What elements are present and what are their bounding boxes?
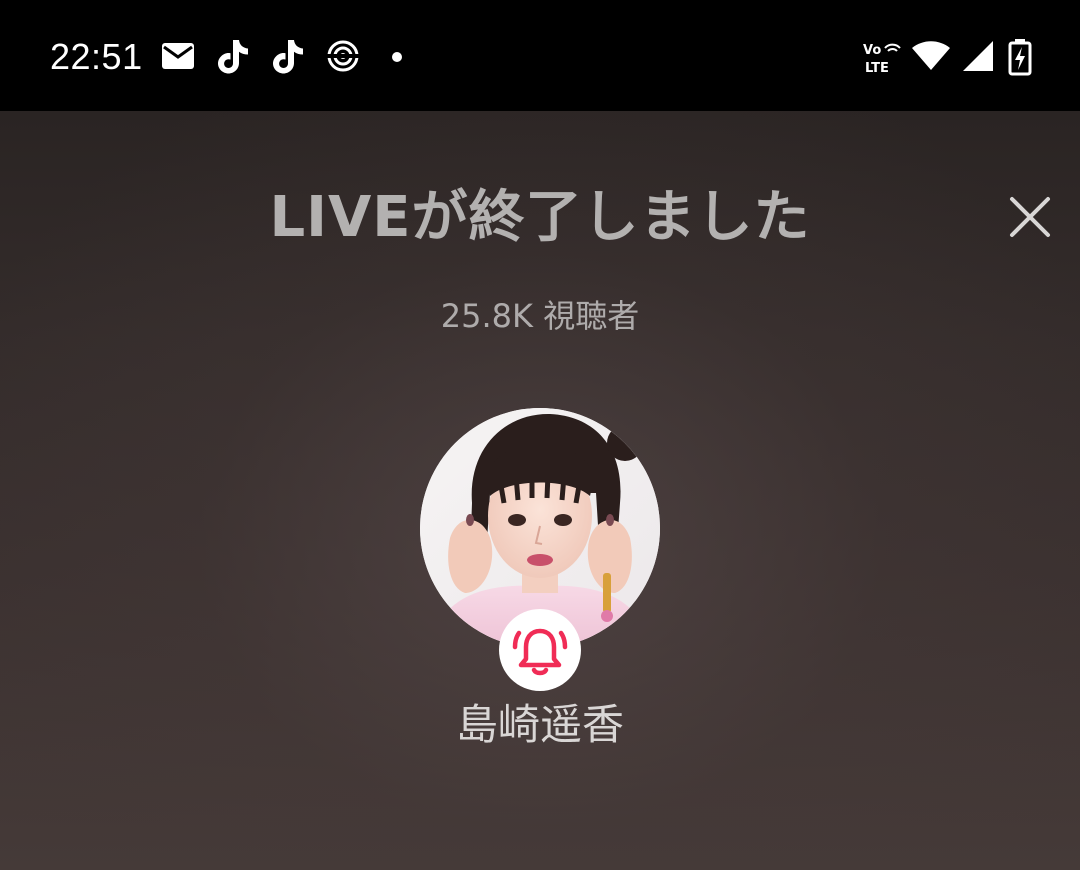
streamer-name[interactable]: 島崎遥香 (0, 697, 1080, 753)
cell-signal-icon (963, 41, 993, 71)
hotspot-icon (326, 40, 360, 72)
tiktok-icon (218, 40, 248, 74)
mail-icon (162, 43, 194, 69)
live-ended-panel: LIVEが終了しました 25.8K 視聴者 島崎遥香 (0, 111, 1080, 870)
live-ended-title: LIVEが終了しました (269, 185, 811, 250)
notify-bell-button[interactable] (499, 609, 581, 691)
battery-charging-icon (1008, 39, 1032, 76)
close-icon (1010, 197, 1050, 237)
close-button[interactable] (1000, 187, 1060, 247)
tiktok-icon (273, 40, 303, 74)
live-ended-screen: 22:51 Vo LTE LIVEが終了しました 25.8K 視聴者 島崎遥香 (0, 0, 1080, 870)
status-time: 22:51 (50, 36, 143, 77)
status-bar: 22:51 Vo LTE (0, 0, 1080, 111)
dot-icon (392, 52, 402, 62)
bell-ringing-icon (512, 628, 568, 676)
wifi-icon (912, 41, 950, 70)
svg-text:LTE: LTE (865, 61, 889, 75)
volte-icon: Vo LTE (863, 43, 901, 75)
svg-text:Vo: Vo (863, 43, 881, 58)
viewer-count: 25.8K 視聴者 (440, 297, 640, 335)
